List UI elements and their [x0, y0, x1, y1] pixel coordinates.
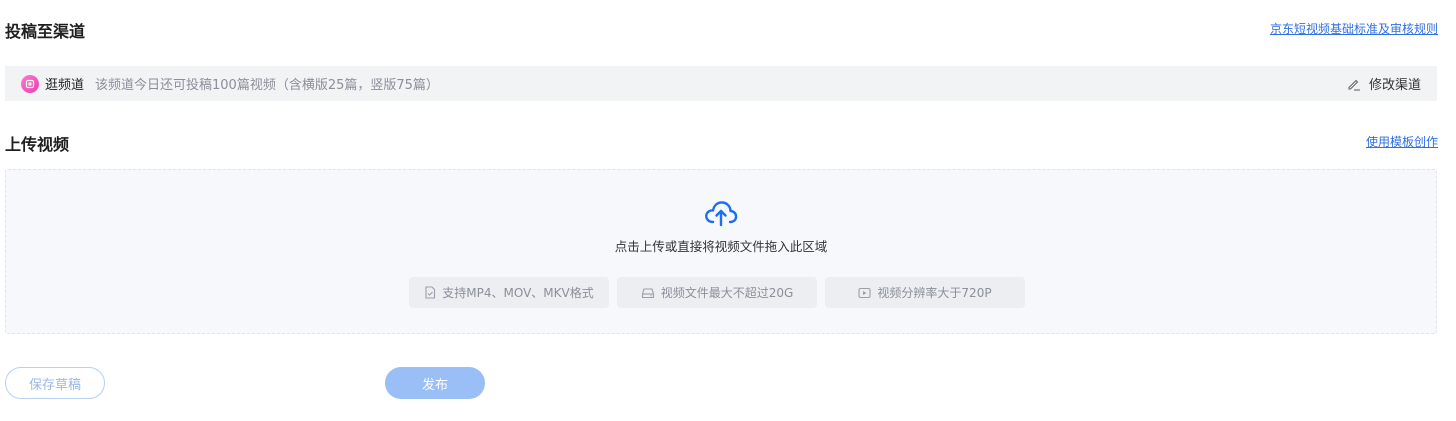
channel-quota-text: 该频道今日还可投稿100篇视频（含横版25篇，竖版75篇）: [95, 78, 439, 93]
upload-hint: 点击上传或直接将视频文件拖入此区域: [614, 239, 828, 254]
size-requirement-tag: 视频文件最大不超过20G: [617, 277, 817, 308]
upload-requirements: 支持MP4、MOV、MKV格式 视频文件最大不超过20G 视频分辨率大于720P: [409, 277, 1025, 308]
pencil-icon: [1348, 79, 1360, 91]
edit-channel-button[interactable]: 修改渠道: [1347, 74, 1421, 93]
upload-section-title: 上传视频: [5, 135, 70, 154]
use-template-link[interactable]: 使用模板创作: [1366, 133, 1438, 150]
format-requirement-label: 支持MP4、MOV、MKV格式: [442, 286, 594, 300]
video-icon: [858, 287, 871, 298]
resolution-requirement-tag: 视频分辨率大于720P: [825, 277, 1025, 308]
size-requirement-label: 视频文件最大不超过20G: [660, 286, 794, 300]
file-icon: [425, 286, 436, 299]
edit-channel-label: 修改渠道: [1368, 78, 1421, 93]
format-requirement-tag: 支持MP4、MOV、MKV格式: [409, 277, 609, 308]
resolution-requirement-label: 视频分辨率大于720P: [877, 286, 992, 300]
upload-dropzone[interactable]: 点击上传或直接将视频文件拖入此区域 支持MP4、MOV、MKV格式 视频文件最大…: [5, 169, 1437, 334]
channel-logo-icon: [21, 74, 39, 93]
channel-bar: 逛频道 该频道今日还可投稿100篇视频（含横版25篇，竖版75篇） 修改渠道: [5, 66, 1437, 101]
submit-section-title: 投稿至渠道: [5, 22, 86, 41]
disk-icon: [641, 287, 654, 298]
channel-name: 逛频道: [45, 78, 85, 93]
save-draft-button[interactable]: 保存草稿: [5, 367, 105, 399]
publish-button[interactable]: 发布: [385, 367, 485, 399]
review-rules-link[interactable]: 京东短视频基础标准及审核规则: [1270, 20, 1438, 37]
cloud-upload-icon: [705, 201, 738, 227]
